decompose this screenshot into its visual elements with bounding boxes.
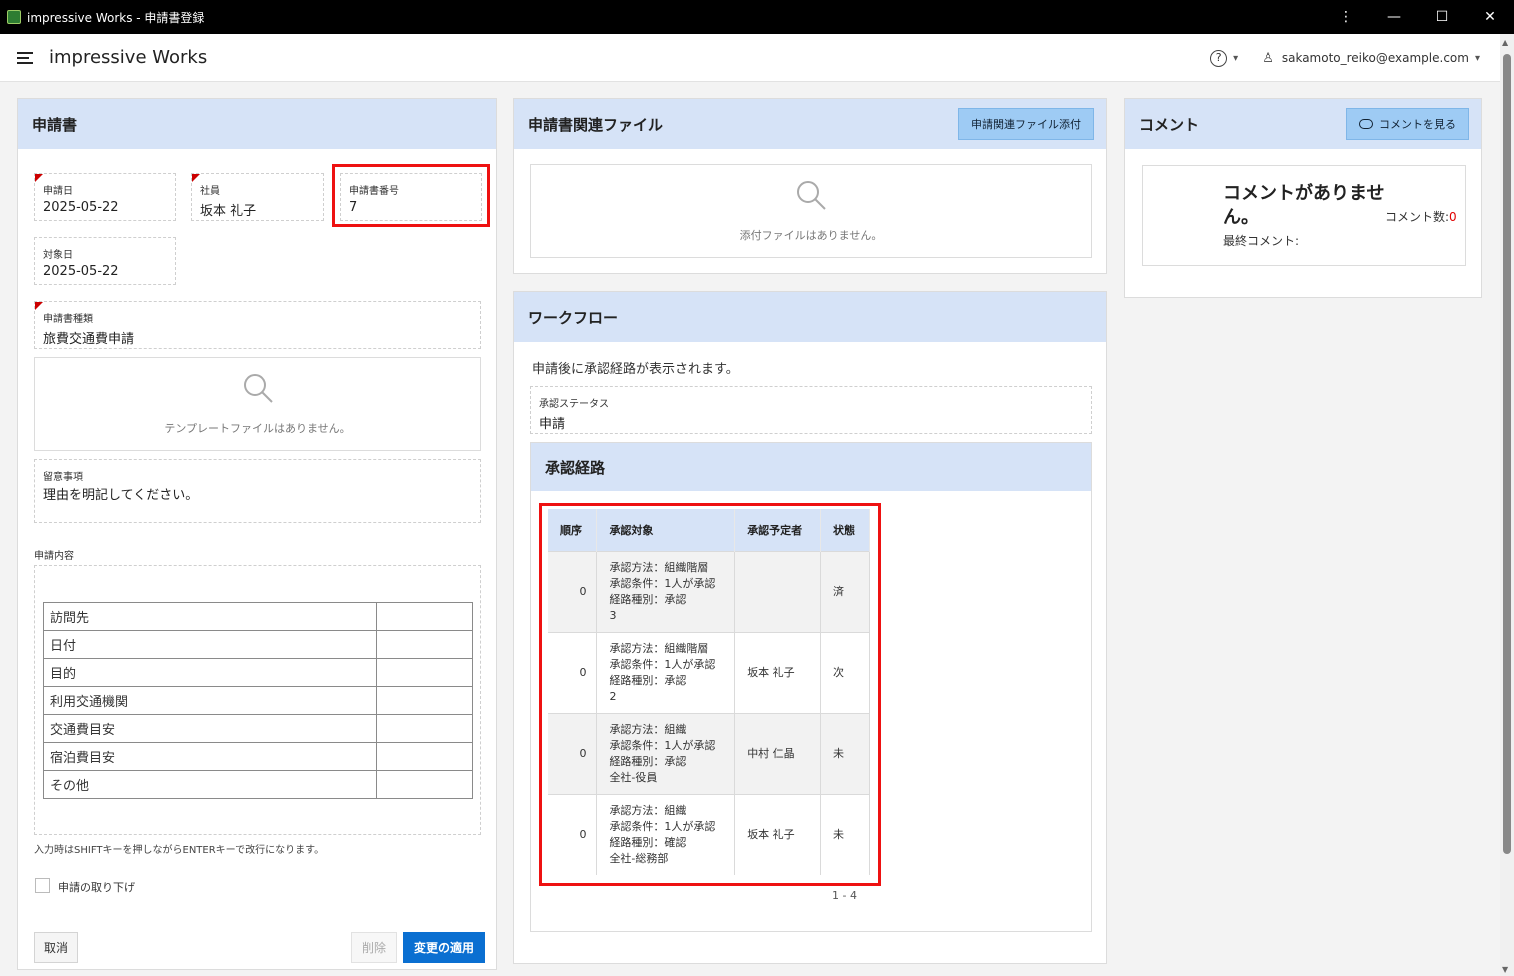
files-empty-text: 添付ファイルはありません。 (739, 229, 883, 242)
header-right: ? ▾ ♙ sakamoto_reiko@example.com ▾ (1210, 34, 1480, 82)
chevron-down-icon[interactable]: ▾ (1233, 53, 1238, 64)
app-icon (7, 10, 21, 24)
scrollbar-thumb[interactable] (1503, 54, 1511, 854)
content-row[interactable]: 宿泊費目安 (43, 742, 473, 771)
notes-label: 留意事項 (43, 472, 83, 483)
approval-status-field: 承認ステータス 申請 (530, 386, 1092, 434)
user-menu-chevron-icon[interactable]: ▾ (1475, 53, 1480, 64)
form-panel: 申請書 申請日 2025-05-22 社員 坂本 礼子 申請書番号 7 対象日 … (17, 98, 497, 970)
window-controls: ⋮ — ☐ ✕ (1322, 0, 1514, 34)
no-comment-line1: コメントがありませ (1223, 183, 1385, 204)
employee-value: 坂本 礼子 (200, 204, 257, 219)
apply-date-value: 2025-05-22 (43, 200, 119, 215)
content-row[interactable]: 訪問先 (43, 602, 473, 631)
workflow-note: 申請後に承認経路が表示されます。 (532, 362, 739, 377)
close-icon[interactable]: ✕ (1466, 9, 1514, 25)
minimize-icon[interactable]: — (1370, 9, 1418, 25)
comment-panel-head: コメント コメントを見る (1125, 99, 1481, 149)
workflow-panel-title: ワークフロー (514, 292, 1106, 342)
delete-button[interactable]: 削除 (351, 932, 397, 963)
approval-status-value: 申請 (539, 417, 566, 432)
highlight-route-table (539, 503, 881, 886)
content-row[interactable]: 交通費目安 (43, 714, 473, 743)
content-label: 申請内容 (34, 551, 74, 562)
no-comment-line2: ん。 (1223, 207, 1259, 228)
maximize-icon[interactable]: ☐ (1418, 9, 1466, 25)
target-date-value: 2025-05-22 (43, 264, 119, 279)
apply-changes-button[interactable]: 変更の適用 (403, 932, 485, 963)
app-header: impressive Works ? ▾ ♙ sakamoto_reiko@ex… (0, 34, 1500, 82)
files-panel-head: 申請書関連ファイル 申請関連ファイル添付 (514, 99, 1106, 149)
target-date-field[interactable]: 対象日 2025-05-22 (34, 237, 176, 285)
scroll-down-icon[interactable]: ▼ (1502, 965, 1508, 974)
app-type-label: 申請書種類 (43, 314, 93, 325)
content-row[interactable]: 利用交通機関 (43, 686, 473, 715)
route-pagination: 1 - 4 (832, 889, 857, 902)
no-comment-text: コメントがありませ ん。 (1223, 182, 1384, 230)
menu-icon[interactable] (17, 51, 33, 64)
comment-count-label: コメント数: (1385, 210, 1450, 224)
form-panel-title: 申請書 (18, 99, 496, 149)
help-icon[interactable]: ? (1210, 49, 1228, 67)
route-title: 承認経路 (531, 443, 1091, 491)
approval-status-label: 承認ステータス (539, 399, 609, 410)
notes-value: 理由を明記してください。 (43, 488, 199, 503)
window-title: impressive Works - 申請書登録 (27, 10, 205, 25)
template-empty-text: テンプレートファイルはありません。 (164, 422, 351, 435)
input-hint: 入力時はSHIFTキーを押しながらENTERキーで改行になります。 (34, 845, 325, 856)
app-type-field[interactable]: 申請書種類 旅費交通費申請 (34, 301, 481, 349)
comment-count-value: 0 (1449, 210, 1457, 224)
search-icon (243, 374, 273, 403)
scroll-up-icon[interactable]: ▲ (1502, 38, 1508, 47)
user-icon: ♙ (1262, 50, 1274, 66)
files-panel: 申請書関連ファイル 申請関連ファイル添付 添付ファイルはありません。 (513, 98, 1107, 274)
required-marker (35, 174, 43, 182)
files-empty-box: 添付ファイルはありません。 (530, 164, 1092, 258)
workflow-panel: ワークフロー 申請後に承認経路が表示されます。 承認ステータス 申請 承認経路 … (513, 291, 1107, 964)
comment-card: コメントがありませ ん。 最終コメント: コメント数:0 (1142, 165, 1466, 266)
employee-label: 社員 (200, 186, 220, 197)
employee-field[interactable]: 社員 坂本 礼子 (191, 173, 324, 221)
template-empty-box: テンプレートファイルはありません。 (34, 357, 481, 451)
notes-field: 留意事項 理由を明記してください。 (34, 459, 481, 523)
content-row[interactable]: 目的 (43, 658, 473, 687)
target-date-label: 対象日 (43, 250, 73, 261)
chat-icon (1359, 119, 1373, 129)
app-type-value: 旅費交通費申請 (43, 332, 135, 347)
comment-count: コメント数:0 (1385, 208, 1457, 225)
highlight-app-number (332, 164, 490, 227)
content-row[interactable]: その他 (43, 770, 473, 799)
files-panel-title: 申請書関連ファイル (528, 115, 664, 134)
apply-date-field[interactable]: 申請日 2025-05-22 (34, 173, 176, 221)
cancel-button[interactable]: 取消 (34, 932, 78, 963)
content-row[interactable]: 日付 (43, 630, 473, 659)
view-comments-label: コメントを見る (1379, 118, 1456, 131)
more-icon[interactable]: ⋮ (1322, 9, 1370, 25)
scrollbar[interactable]: ▲ ▼ (1500, 34, 1514, 976)
required-marker (35, 302, 43, 310)
attach-file-button[interactable]: 申請関連ファイル添付 (958, 108, 1094, 140)
withdraw-label[interactable]: 申請の取り下げ (58, 879, 135, 895)
comment-panel-title: コメント (1139, 115, 1200, 134)
user-email[interactable]: sakamoto_reiko@example.com (1282, 51, 1469, 65)
content-table[interactable]: 訪問先 日付 目的 利用交通機関 交通費目安 宿泊費目安 その他 (43, 602, 473, 799)
window-titlebar: impressive Works - 申請書登録 ⋮ — ☐ ✕ (0, 0, 1514, 34)
required-marker (192, 174, 200, 182)
comment-panel: コメント コメントを見る コメントがありませ ん。 最終コメント: コメント数:… (1124, 98, 1482, 298)
view-comments-button[interactable]: コメントを見る (1346, 108, 1469, 140)
withdraw-checkbox[interactable] (35, 878, 50, 893)
app-name: impressive Works (49, 47, 208, 68)
search-icon (797, 181, 826, 210)
apply-date-label: 申請日 (43, 186, 73, 197)
last-comment-label: 最終コメント: (1223, 234, 1300, 248)
